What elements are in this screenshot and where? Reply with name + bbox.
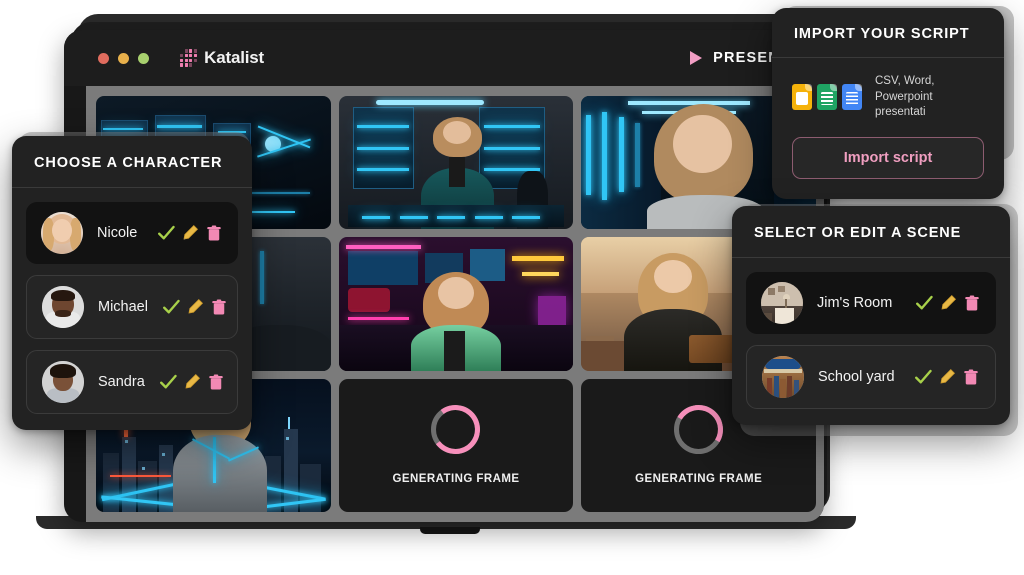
loading-spinner-icon — [431, 405, 481, 455]
avatar — [761, 282, 803, 324]
check-icon[interactable] — [915, 294, 933, 312]
row-actions[interactable] — [159, 373, 225, 391]
choose-character-panel: CHOOSE A CHARACTER Nicole Michael Sandra — [12, 136, 252, 430]
window-minimize-dot[interactable] — [118, 52, 129, 64]
import-script-button[interactable]: Import script — [792, 136, 984, 179]
google-docs-icon — [842, 84, 862, 111]
avatar — [762, 356, 804, 398]
window-close-dot[interactable] — [98, 52, 109, 64]
pencil-icon[interactable] — [938, 368, 956, 386]
scene-row-jims-room[interactable]: Jim's Room — [746, 272, 996, 334]
character-name: Nicole — [97, 225, 138, 241]
trash-icon[interactable] — [962, 368, 980, 386]
pencil-icon[interactable] — [181, 224, 199, 242]
generating-frame-label: GENERATING FRAME — [635, 473, 763, 486]
check-icon[interactable] — [162, 298, 180, 316]
avatar — [42, 361, 84, 403]
storyboard-cell-frame-2[interactable] — [338, 96, 574, 230]
avatar — [41, 212, 83, 254]
check-icon[interactable] — [914, 368, 932, 386]
character-name: Sandra — [98, 374, 145, 390]
scene-name: Jim's Room — [817, 295, 893, 311]
supported-formats-text: CSV, Word, Powerpoint presentati — [875, 75, 935, 119]
screenshot-root: Katalist PRESENT GENERATING FRAME GENERA… — [0, 0, 1024, 575]
select-scene-panel: SELECT OR EDIT A SCENE Jim's Room School… — [732, 206, 1010, 425]
import-panel-title: IMPORT YOUR SCRIPT — [772, 8, 1004, 58]
character-panel-title: CHOOSE A CHARACTER — [12, 136, 252, 188]
google-sheets-icon — [817, 84, 837, 111]
character-name: Michael — [98, 299, 148, 315]
window-maximize-dot[interactable] — [138, 52, 149, 64]
supported-formats-row: CSV, Word, Powerpoint presentati — [792, 74, 984, 121]
laptop-notch — [420, 527, 480, 534]
pencil-icon[interactable] — [186, 298, 204, 316]
loading-spinner-icon — [674, 405, 724, 455]
trash-icon[interactable] — [210, 298, 228, 316]
row-actions[interactable] — [915, 294, 981, 312]
character-row-sandra[interactable]: Sandra — [26, 350, 238, 414]
window-controls[interactable] — [98, 52, 149, 64]
import-script-panel: IMPORT YOUR SCRIPT CSV, Word, Powerpoint… — [772, 8, 1004, 199]
trash-icon[interactable] — [205, 224, 223, 242]
row-actions[interactable] — [914, 368, 980, 386]
trash-icon[interactable] — [963, 294, 981, 312]
trash-icon[interactable] — [207, 373, 225, 391]
google-slides-icon — [792, 84, 812, 111]
brand-name: Katalist — [204, 48, 264, 67]
character-row-michael[interactable]: Michael — [26, 275, 238, 339]
row-actions[interactable] — [157, 224, 223, 242]
scene-panel-title: SELECT OR EDIT A SCENE — [732, 206, 1010, 258]
frame-thumbnail — [338, 237, 574, 371]
generating-frame-label: GENERATING FRAME — [392, 473, 520, 486]
pencil-icon[interactable] — [939, 294, 957, 312]
file-type-icons — [792, 84, 862, 111]
scene-name: School yard — [818, 369, 895, 385]
avatar — [42, 286, 84, 328]
pencil-icon[interactable] — [183, 373, 201, 391]
character-list: Nicole Michael Sandra — [12, 188, 252, 430]
check-icon[interactable] — [159, 373, 177, 391]
katalist-dot-logo-icon — [180, 49, 198, 67]
play-triangle-icon — [690, 51, 703, 65]
check-icon[interactable] — [157, 224, 175, 242]
storyboard-cell-frame-8[interactable]: GENERATING FRAME — [338, 378, 574, 512]
storyboard-cell-frame-5[interactable] — [338, 237, 574, 371]
frame-thumbnail — [338, 96, 574, 230]
row-actions[interactable] — [162, 298, 228, 316]
scene-list: Jim's Room School yard — [732, 258, 1010, 425]
scene-row-school-yard[interactable]: School yard — [746, 345, 996, 409]
brand: Katalist — [180, 48, 264, 68]
app-titlebar: Katalist PRESENT — [64, 30, 824, 86]
character-row-nicole[interactable]: Nicole — [26, 202, 238, 264]
import-panel-body: CSV, Word, Powerpoint presentati Import … — [772, 58, 1004, 199]
